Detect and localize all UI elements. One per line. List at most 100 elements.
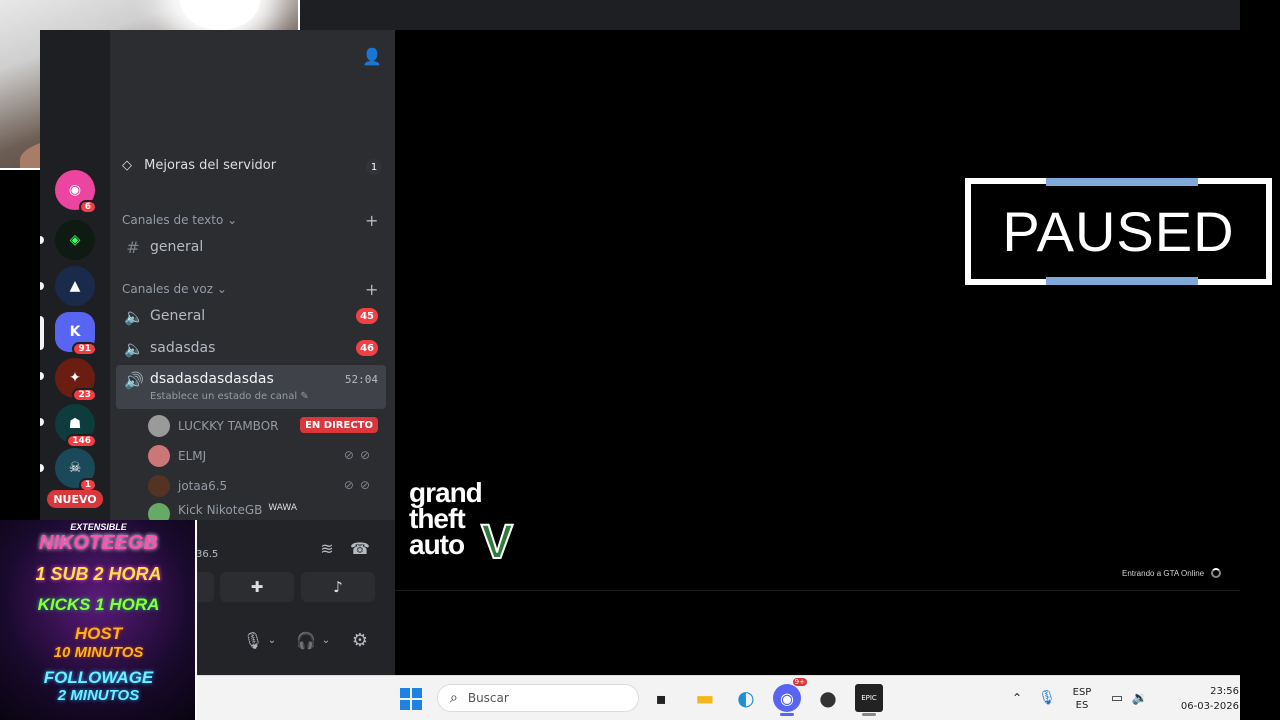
hash-icon: # [126, 237, 140, 257]
voice-channel-sadasdas[interactable]: 🔈 sadasdas 46 [116, 333, 386, 363]
eye-icon: ◈ [69, 232, 81, 248]
hooded-figure-icon: ☗ [68, 416, 82, 432]
voice-user[interactable]: LUCKKY TAMBOR EN DIRECTO [148, 413, 386, 439]
connected-speaker-icon: 🔊 [124, 371, 144, 390]
new-badge[interactable]: NUEVO [47, 490, 103, 508]
server-white-shark[interactable]: ▲ [55, 266, 95, 306]
mention-badge: 46 [356, 340, 378, 356]
headphones-icon[interactable]: 🎧 [296, 628, 316, 652]
noise-suppression-icon[interactable]: ≋ [315, 536, 339, 560]
text-channel-general[interactable]: # general [116, 232, 386, 262]
boost-count: 1 [366, 159, 382, 175]
avatar [148, 415, 170, 437]
microphone-in-use-icon[interactable]: 🎙 [1033, 684, 1061, 712]
chevron-down-icon: ⌄ [216, 282, 227, 296]
activities-button[interactable]: ✚ [220, 572, 294, 602]
server-skull[interactable]: ☠ 1 [55, 448, 97, 492]
banner-accent-top [1046, 178, 1198, 186]
server-green-eye[interactable]: ◈ [55, 220, 95, 260]
keyboard-layout: ES [1075, 700, 1089, 711]
edge-browser-icon[interactable]: ◐ [732, 684, 760, 712]
muted-deafened-icon: ⊘⊘ [343, 448, 376, 462]
voice-user[interactable]: jotaa6.5 ⊘⊘ [148, 473, 386, 499]
unread-pill [40, 418, 44, 426]
voice-channels-category[interactable]: Canales de voz ⌄ + [122, 280, 378, 300]
channel-name: general [150, 239, 204, 255]
boost-label: Mejoras del servidor [144, 158, 277, 173]
title-bar [300, 0, 1240, 30]
channel-status[interactable]: Establece un estado de canal ✎ [150, 391, 309, 402]
chevron-down-icon: ⌄ [227, 213, 238, 227]
server-hooded[interactable]: ☗ 146 [55, 404, 97, 448]
soundboard-icon: ♪ [333, 578, 343, 596]
live-badge: EN DIRECTO [300, 417, 378, 433]
epic-games-icon[interactable]: EPIC [855, 684, 883, 712]
paused-banner: PAUSED [965, 178, 1272, 285]
disconnect-icon[interactable]: ☎ [348, 536, 372, 560]
task-view-icon[interactable]: ▪ [647, 684, 675, 712]
system-clock[interactable]: 23:56 06-03-2026 [1169, 684, 1239, 714]
running-app-indicator [862, 713, 876, 716]
user-name: jotaa6.5 [178, 479, 228, 493]
add-channel-icon[interactable]: + [365, 211, 378, 230]
voice-channel-active[interactable]: 🔊 dsadasdasdasdas 52:04 Establece un est… [116, 365, 386, 409]
unread-pill [40, 282, 44, 290]
selected-pill [40, 316, 44, 350]
loading-spinner-icon [1211, 568, 1221, 578]
overlay-goal: 2 MINUTOS [57, 687, 140, 704]
stream-goals-overlay: EXTENSIBLE NIKOTEEGB 1 SUB 2 HORA KICKS … [0, 520, 197, 720]
soundboard-button[interactable]: ♪ [301, 572, 375, 602]
voice-channel-general[interactable]: 🔈 General 45 [116, 301, 386, 331]
search-icon: ⌕ [450, 690, 458, 706]
avatar [148, 503, 170, 520]
game-view: PAUSED grand theft auto V Entrando a GTA… [395, 30, 1272, 675]
overlay-goal: KICKS 1 HORA [37, 595, 160, 614]
discord-taskbar-icon[interactable]: ◉ 9+ [773, 678, 807, 712]
add-member-icon[interactable]: 👤 [360, 44, 384, 68]
channel-name: sadasdas [150, 340, 216, 356]
screen: ◉ 6 ◈ ▲ K 91 ✦ 23 ☗ 146 ☠ 1 NUEVO 👤 ◇ Me… [0, 0, 1280, 720]
chevron-down-icon[interactable]: ⌄ [320, 628, 332, 652]
server-gta[interactable]: ✦ 23 [55, 358, 97, 402]
obs-studio-icon[interactable]: ● [814, 684, 842, 712]
discord-logo-icon: ◉ [780, 688, 794, 708]
windows-taskbar: ⌕ Buscar ▪ ▬ ◐ ◉ 9+ ● EPIC ⌃ 🎙 ESP ES ▭ … [197, 675, 1240, 720]
overlay-name: NIKOTEEGB [39, 532, 158, 554]
channel-name: General [150, 308, 206, 324]
add-channel-icon[interactable]: + [365, 280, 378, 299]
voice-user[interactable]: Kick NikoteGB WAWA [148, 503, 386, 520]
notification-badge: 146 [66, 434, 97, 448]
chevron-down-icon[interactable]: ⌄ [266, 628, 278, 652]
search-placeholder: Buscar [467, 691, 509, 705]
server-boost-row[interactable]: ◇ Mejoras del servidor 1 [122, 158, 382, 178]
voice-status-text: 36.5 [196, 549, 219, 560]
text-channels-category[interactable]: Canales de texto ⌄ + [122, 211, 378, 231]
microphone-icon[interactable]: 🎙 [243, 628, 263, 652]
shark-icon: ▲ [69, 278, 81, 294]
divider [395, 590, 1240, 591]
server-k[interactable]: K 91 [55, 312, 97, 356]
voice-user[interactable]: ELMJ ⊘⊘ [148, 443, 386, 469]
discord-logo-icon: ◉ [68, 182, 82, 198]
active-app-indicator [780, 713, 794, 716]
chevron-up-icon[interactable]: ⌃ [1003, 684, 1031, 712]
category-label: Canales de voz [122, 282, 214, 296]
call-timer: 52:04 [344, 373, 378, 386]
start-menu-icon[interactable] [400, 688, 422, 710]
settings-gear-icon[interactable]: ⚙ [348, 628, 372, 652]
pencil-icon: ✎ [300, 391, 309, 402]
speaker-icon: 🔈 [124, 338, 144, 358]
clock-date: 06-03-2026 [1180, 701, 1239, 712]
file-explorer-icon[interactable]: ▬ [691, 684, 719, 712]
avatar [148, 445, 170, 467]
taskbar-search[interactable]: ⌕ Buscar [437, 684, 639, 712]
overlay-goal: FOLLOWAGE [43, 668, 154, 687]
server-k-label: K [69, 324, 81, 340]
overlay-goal: 1 SUB 2 HORA [35, 564, 162, 584]
status-text: Establece un estado de canal [150, 391, 298, 402]
avatar [148, 475, 170, 497]
channel-name: dsadasdasdasdas [150, 371, 274, 387]
language-indicator[interactable]: ESP ES [1067, 686, 1097, 712]
volume-icon[interactable]: 🔉 [1126, 684, 1154, 712]
discord-home-button[interactable]: ◉ 6 [55, 170, 97, 214]
